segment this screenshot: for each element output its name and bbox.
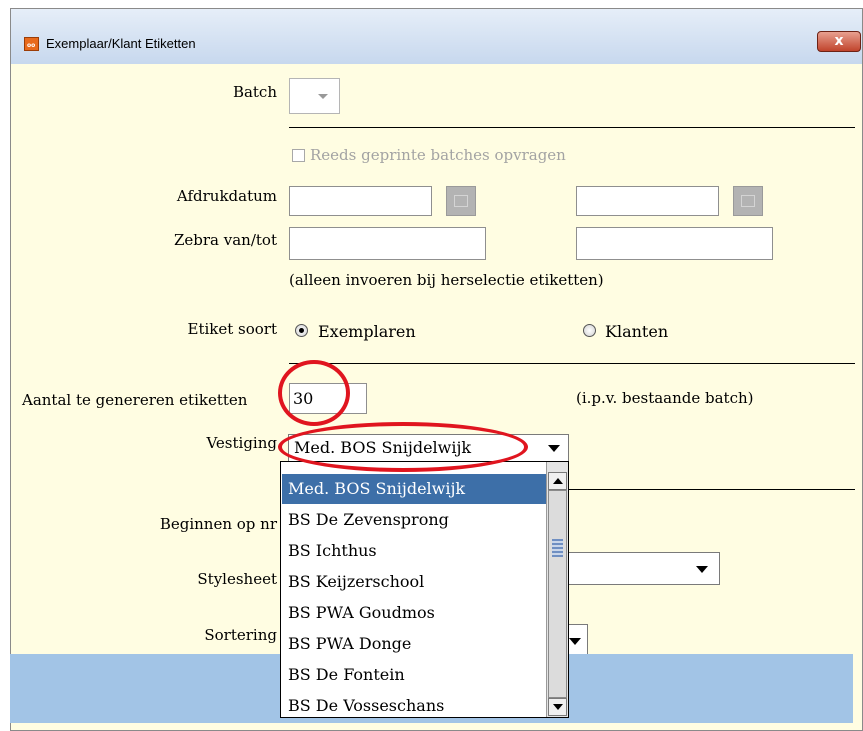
list-item[interactable]: BS Ichthus: [282, 536, 546, 566]
list-item[interactable]: BS Keijzerschool: [282, 567, 546, 597]
list-item[interactable]: Med. BOS Snijdelwijk: [282, 474, 546, 504]
vestiging-label: Vestiging: [206, 434, 277, 452]
scroll-thumb[interactable]: [548, 490, 567, 698]
annotation-circle-vestiging: [278, 422, 528, 472]
chevron-down-icon: [318, 94, 328, 99]
close-button[interactable]: x: [817, 31, 861, 52]
radio-exemplaren-label: Exemplaren: [318, 322, 416, 341]
batch-label: Batch: [232, 83, 277, 101]
aantal-label: Aantal te genereren etiketten: [22, 391, 248, 409]
radio-klanten[interactable]: [583, 324, 596, 337]
reeds-label: Reeds geprinte batches opvragen: [310, 146, 566, 164]
scrollbar[interactable]: [546, 462, 568, 717]
arrow-down-icon: [553, 704, 563, 710]
zebra-label: Zebra van/tot: [173, 231, 277, 249]
beginnen-label: Beginnen op nr: [159, 515, 277, 533]
list-item[interactable]: BS De Fontein: [282, 660, 546, 690]
etiket-soort-label: Etiket soort: [187, 320, 278, 338]
annotation-circle-aantal: [278, 360, 350, 426]
chevron-down-icon: [696, 566, 708, 573]
batch-select[interactable]: [289, 78, 340, 114]
divider: [289, 363, 855, 364]
scroll-down-button[interactable]: [548, 698, 567, 716]
stylesheet-select[interactable]: [566, 552, 720, 585]
list-item[interactable]: BS De Vosseschans: [282, 691, 546, 717]
chevron-down-icon: [548, 445, 560, 452]
divider: [569, 489, 855, 490]
list-item[interactable]: BS PWA Donge: [282, 629, 546, 659]
zebra-tot-input[interactable]: [576, 227, 773, 260]
aantal-hint: (i.p.v. bestaande batch): [576, 389, 754, 407]
window-title: Exemplaar/Klant Etiketten: [46, 36, 196, 51]
afdrukdatum-label: Afdrukdatum: [176, 187, 277, 205]
radio-klanten-label: Klanten: [605, 322, 669, 341]
afdrukdatum-van-input[interactable]: [289, 186, 432, 216]
zebra-hint: (alleen invoeren bij herselectie etikett…: [289, 271, 604, 289]
calendar-icon[interactable]: [733, 186, 763, 216]
sortering-label: Sortering: [204, 626, 277, 644]
radio-exemplaren[interactable]: [295, 324, 308, 337]
title-bar[interactable]: oo Exemplaar/Klant Etiketten x: [11, 9, 862, 64]
grip-icon: [552, 539, 563, 557]
chevron-down-icon: [569, 638, 581, 645]
reeds-checkbox[interactable]: [292, 149, 305, 162]
scroll-up-button[interactable]: [548, 472, 567, 490]
stylesheet-label: Stylesheet: [197, 570, 277, 588]
zebra-van-input[interactable]: [289, 227, 486, 260]
list-item[interactable]: BS De Zevensprong: [282, 505, 546, 535]
vestiging-dropdown-list[interactable]: Med. BOS Snijdelwijk BS De Zevensprong B…: [280, 461, 569, 718]
arrow-up-icon: [553, 478, 563, 484]
app-icon: oo: [24, 37, 39, 51]
divider: [289, 127, 855, 128]
list-item[interactable]: BS PWA Goudmos: [282, 598, 546, 628]
calendar-icon[interactable]: [446, 186, 476, 216]
afdrukdatum-tot-input[interactable]: [576, 186, 719, 216]
